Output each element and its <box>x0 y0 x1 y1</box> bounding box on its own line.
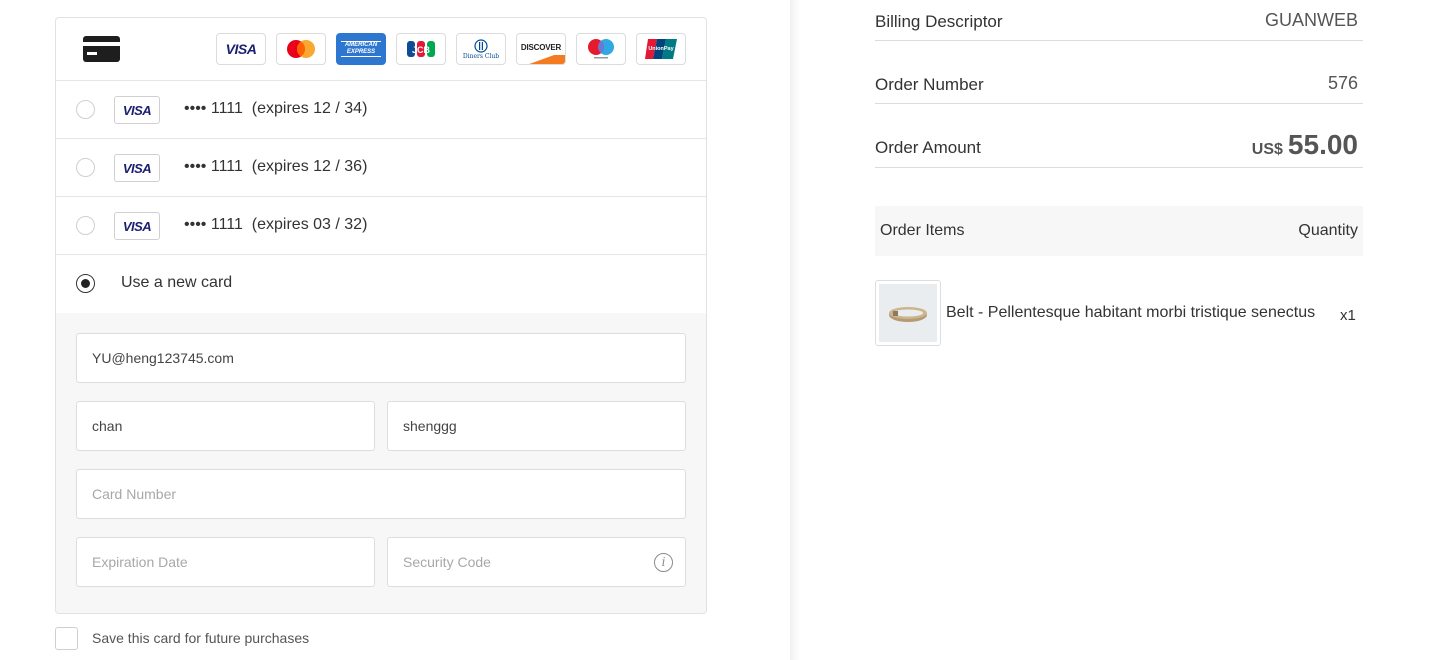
jcb-logo-icon: JCB <box>396 33 446 65</box>
save-card-checkbox[interactable] <box>55 627 78 650</box>
order-number-label: Order Number <box>875 75 984 94</box>
visa-card-icon: VISA <box>114 96 160 124</box>
email-input[interactable] <box>77 334 685 382</box>
quantity-heading: Quantity <box>1298 222 1358 239</box>
first-name-field[interactable] <box>76 401 375 451</box>
billing-descriptor-label: Billing Descriptor <box>875 12 1003 31</box>
brand-logos: VISA AMERICAN EXPRESS JCB Diners Club DI… <box>216 33 686 65</box>
saved-card-number: •••• 1111 <box>184 216 243 233</box>
saved-card-row[interactable]: VISA •••• 1111 (expires 12 / 36) <box>56 139 706 197</box>
expiration-date-field[interactable] <box>76 537 375 587</box>
visa-card-brand: VISA <box>122 218 152 234</box>
unionpay-logo-icon: UnionPay <box>636 33 686 65</box>
visa-logo-icon: VISA <box>216 33 266 65</box>
saved-card-text: •••• 1111 (expires 12 / 34) <box>184 100 367 118</box>
order-amount-row: Order Amount US$ 55.00 <box>875 104 1363 168</box>
billing-descriptor-row: Billing Descriptor GUANWEB <box>875 0 1363 41</box>
saved-card-text: •••• 1111 (expires 12 / 36) <box>184 158 367 176</box>
save-card-label: Save this card for future purchases <box>92 630 310 646</box>
visa-card-brand: VISA <box>122 160 152 176</box>
order-summary-panel: Billing Descriptor GUANWEB Order Number … <box>800 0 1437 660</box>
maestro-logo-icon <box>576 33 626 65</box>
info-icon[interactable]: i <box>654 553 673 572</box>
saved-card-expiry: (expires 12 / 36) <box>251 158 368 175</box>
product-thumbnail <box>875 280 941 346</box>
discover-logo-icon: DISCOVER <box>516 33 566 65</box>
visa-card-brand: VISA <box>122 102 152 118</box>
order-number-value: 576 <box>1327 73 1358 93</box>
svg-text:JCB: JCB <box>412 45 431 55</box>
saved-card-radio[interactable] <box>76 100 95 119</box>
accepted-cards-row: VISA AMERICAN EXPRESS JCB Diners Club DI… <box>56 18 706 81</box>
amex-logo-text: AMERICAN EXPRESS <box>341 41 381 57</box>
mastercard-logo-icon <box>276 33 326 65</box>
order-items-heading: Order Items <box>880 222 965 239</box>
email-field[interactable] <box>76 333 686 383</box>
visa-card-icon: VISA <box>114 154 160 182</box>
product-quantity: x1 <box>1340 307 1356 324</box>
saved-card-expiry: (expires 03 / 32) <box>251 216 368 233</box>
diners-club-logo-text: Diners Club <box>462 52 500 60</box>
expiration-date-input[interactable] <box>77 538 374 586</box>
order-number-row: Order Number 576 <box>875 41 1363 104</box>
new-card-label: Use a new card <box>121 274 233 291</box>
order-amount-label: Order Amount <box>875 138 981 157</box>
payment-method-box: VISA AMERICAN EXPRESS JCB Diners Club DI… <box>55 17 707 614</box>
product-name: Belt - Pellentesque habitant morbi trist… <box>946 304 1316 321</box>
new-card-row[interactable]: Use a new card <box>56 255 706 313</box>
saved-card-number: •••• 1111 <box>184 158 243 175</box>
svg-text:UnionPay: UnionPay <box>648 46 674 52</box>
saved-card-row[interactable]: VISA •••• 1111 (expires 03 / 32) <box>56 197 706 255</box>
saved-card-expiry: (expires 12 / 34) <box>251 100 368 117</box>
security-code-input[interactable] <box>388 538 685 586</box>
order-amount-value: US$ 55.00 <box>1252 129 1358 161</box>
saved-card-row[interactable]: VISA •••• 1111 (expires 12 / 34) <box>56 81 706 139</box>
belt-image-icon <box>889 307 927 322</box>
radio-selected-dot <box>81 279 90 288</box>
saved-card-radio[interactable] <box>76 216 95 235</box>
last-name-input[interactable] <box>388 402 685 450</box>
new-card-radio[interactable] <box>76 274 95 293</box>
saved-card-text: •••• 1111 (expires 03 / 32) <box>184 216 367 234</box>
card-number-field[interactable] <box>76 469 686 519</box>
saved-card-number: •••• 1111 <box>184 100 243 117</box>
amex-logo-icon: AMERICAN EXPRESS <box>336 33 386 65</box>
visa-logo-text: VISA <box>225 41 257 57</box>
new-card-form: i <box>56 313 706 613</box>
credit-card-icon <box>83 36 120 62</box>
last-name-field[interactable] <box>387 401 686 451</box>
panel-divider <box>790 0 800 660</box>
order-items-header: Order Items Quantity <box>875 206 1363 256</box>
security-code-field[interactable]: i <box>387 537 686 587</box>
payment-panel: VISA AMERICAN EXPRESS JCB Diners Club DI… <box>0 0 790 660</box>
saved-card-radio[interactable] <box>76 158 95 177</box>
order-amount: 55.00 <box>1287 129 1358 160</box>
currency-code: US$ <box>1251 141 1283 158</box>
card-number-input[interactable] <box>77 470 685 518</box>
discover-logo-text: DISCOVER <box>520 43 562 52</box>
billing-descriptor-value: GUANWEB <box>1264 10 1358 30</box>
diners-club-logo-icon: Diners Club <box>456 33 506 65</box>
first-name-input[interactable] <box>77 402 374 450</box>
visa-card-icon: VISA <box>114 212 160 240</box>
